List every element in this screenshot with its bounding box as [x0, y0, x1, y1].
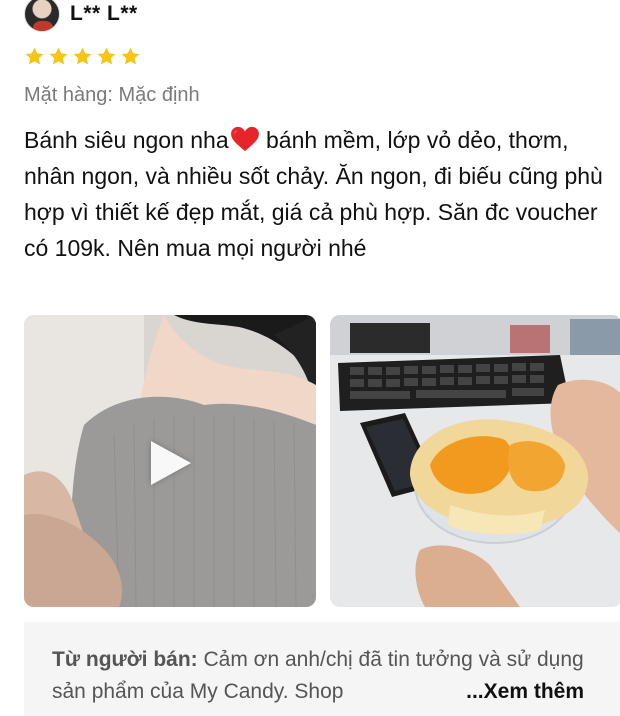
reviewer-name: L** L** — [70, 2, 138, 25]
see-more-link[interactable]: ...Xem thêm — [462, 676, 584, 708]
heart-icon — [230, 126, 259, 152]
review-photo[interactable] — [330, 315, 620, 607]
review-header: L** L** — [24, 0, 138, 34]
star-icon — [49, 47, 68, 65]
star-rating — [24, 46, 141, 67]
review-video[interactable] — [24, 315, 316, 607]
user-avatar-icon[interactable] — [24, 0, 60, 32]
seller-reply: Từ người bán: Cảm ơn anh/chị đã tin tưởn… — [24, 622, 620, 716]
star-icon — [73, 47, 92, 65]
variant-label: Mặt hàng: Mặc định — [24, 84, 200, 106]
star-icon — [97, 47, 116, 65]
photo-thumbnail — [330, 315, 620, 607]
star-icon — [121, 47, 140, 65]
review-text-part-1: Bánh siêu ngon nha — [24, 127, 229, 153]
star-icon — [25, 47, 44, 65]
seller-reply-label: Từ người bán: — [52, 648, 198, 671]
review-text: Bánh siêu ngon nha bánh mềm, lớp vỏ dẻo,… — [24, 122, 604, 266]
play-icon[interactable] — [151, 441, 191, 485]
